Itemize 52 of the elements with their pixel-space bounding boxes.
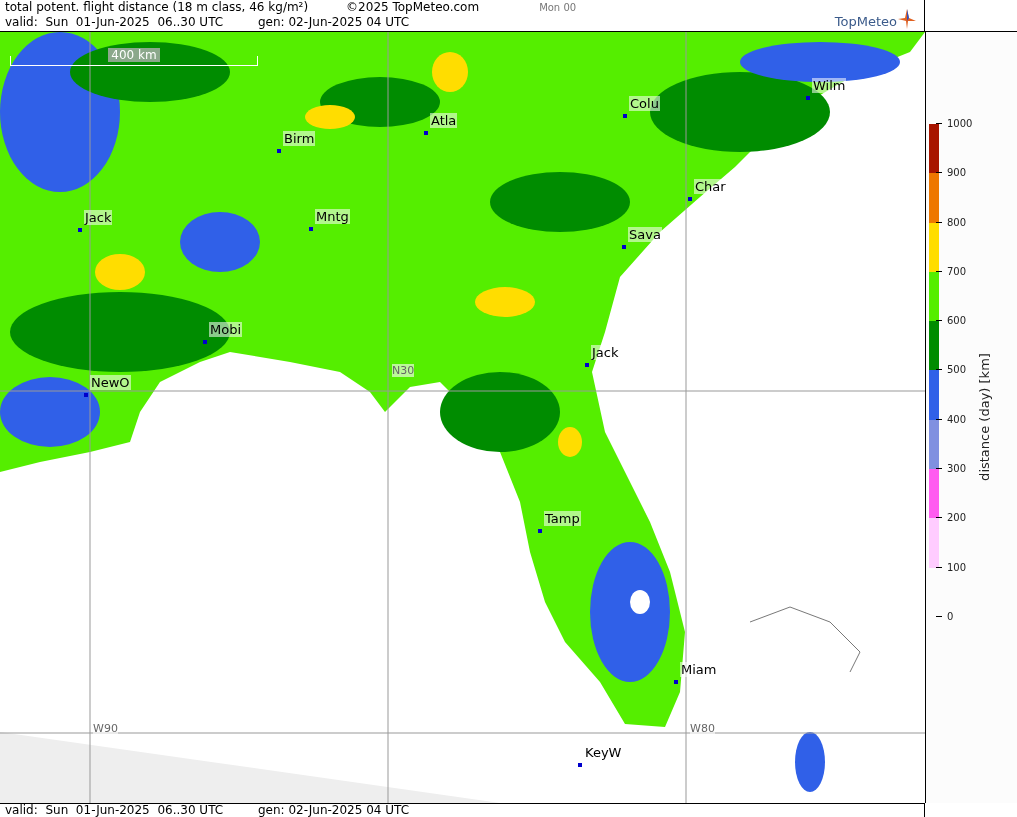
logo-text: TopMeteo [834,13,897,29]
city-marker [84,393,88,397]
forecast-slot-label: Mon 00 [539,1,577,15]
city-marker [277,149,281,153]
scale-label: 400 km [108,48,160,62]
legend-tick-label: 200 [947,511,967,525]
city-label: Birm [283,131,316,146]
grid-label: N30 [392,364,415,377]
valid-time-text: valid: Sun 01-Jun-2025 06..30 UTC [4,15,225,30]
legend-tick-label: 900 [947,166,967,180]
grid-label: W90 [93,722,118,735]
city-marker [78,228,82,232]
grid-label: W80 [690,722,715,735]
city-marker [538,529,542,533]
generated-time-text: gen: 02-Jun-2025 04 UTC [258,15,410,30]
copyright-text: ©2025 TopMeteo.com [346,0,480,15]
generated-time-text: gen: 02-Jun-2025 04 UTC [258,804,410,817]
city-label: Wilm [812,78,847,93]
city-label: NewO [90,375,131,390]
city-marker [674,680,678,684]
city-label: Mntg [315,209,350,224]
legend-tick-label: 1000 [947,117,973,130]
legend-tick-label: 600 [947,314,967,328]
city-label: Colu [629,96,660,111]
city-label: KeyW [584,745,623,760]
city-marker [309,227,313,231]
city-label: Sava [628,227,662,242]
city-marker [623,114,627,118]
city-label: Jack [591,345,620,360]
city-label: Jack [84,210,113,225]
city-label: Char [694,179,727,194]
legend-tick-label: 500 [947,363,967,377]
valid-time-text: valid: Sun 01-Jun-2025 06..30 UTC [4,804,225,817]
city-marker [622,245,626,249]
city-marker [203,340,207,344]
city-marker [424,131,428,135]
city-marker [578,763,582,767]
city-marker [806,96,810,100]
legend-tick-label: 700 [947,264,967,278]
city-marker [585,363,589,367]
legend-tick-label: 100 [947,560,967,574]
city-label: Mobi [209,322,243,337]
city-label: Tamp [544,511,581,526]
legend-tick-label: 800 [947,215,967,229]
city-label: Miam [680,662,718,677]
map-title: total potent. flight distance (18 m class, 46 kg/m²) [4,0,309,15]
legend-title: distance (day) [km] [976,353,992,481]
legend-tick-label: 400 [947,412,967,426]
city-marker [688,197,692,201]
legend-tick-label: 0 [947,609,954,623]
city-label: Atla [430,113,458,128]
legend-tick-label: 300 [947,462,967,476]
